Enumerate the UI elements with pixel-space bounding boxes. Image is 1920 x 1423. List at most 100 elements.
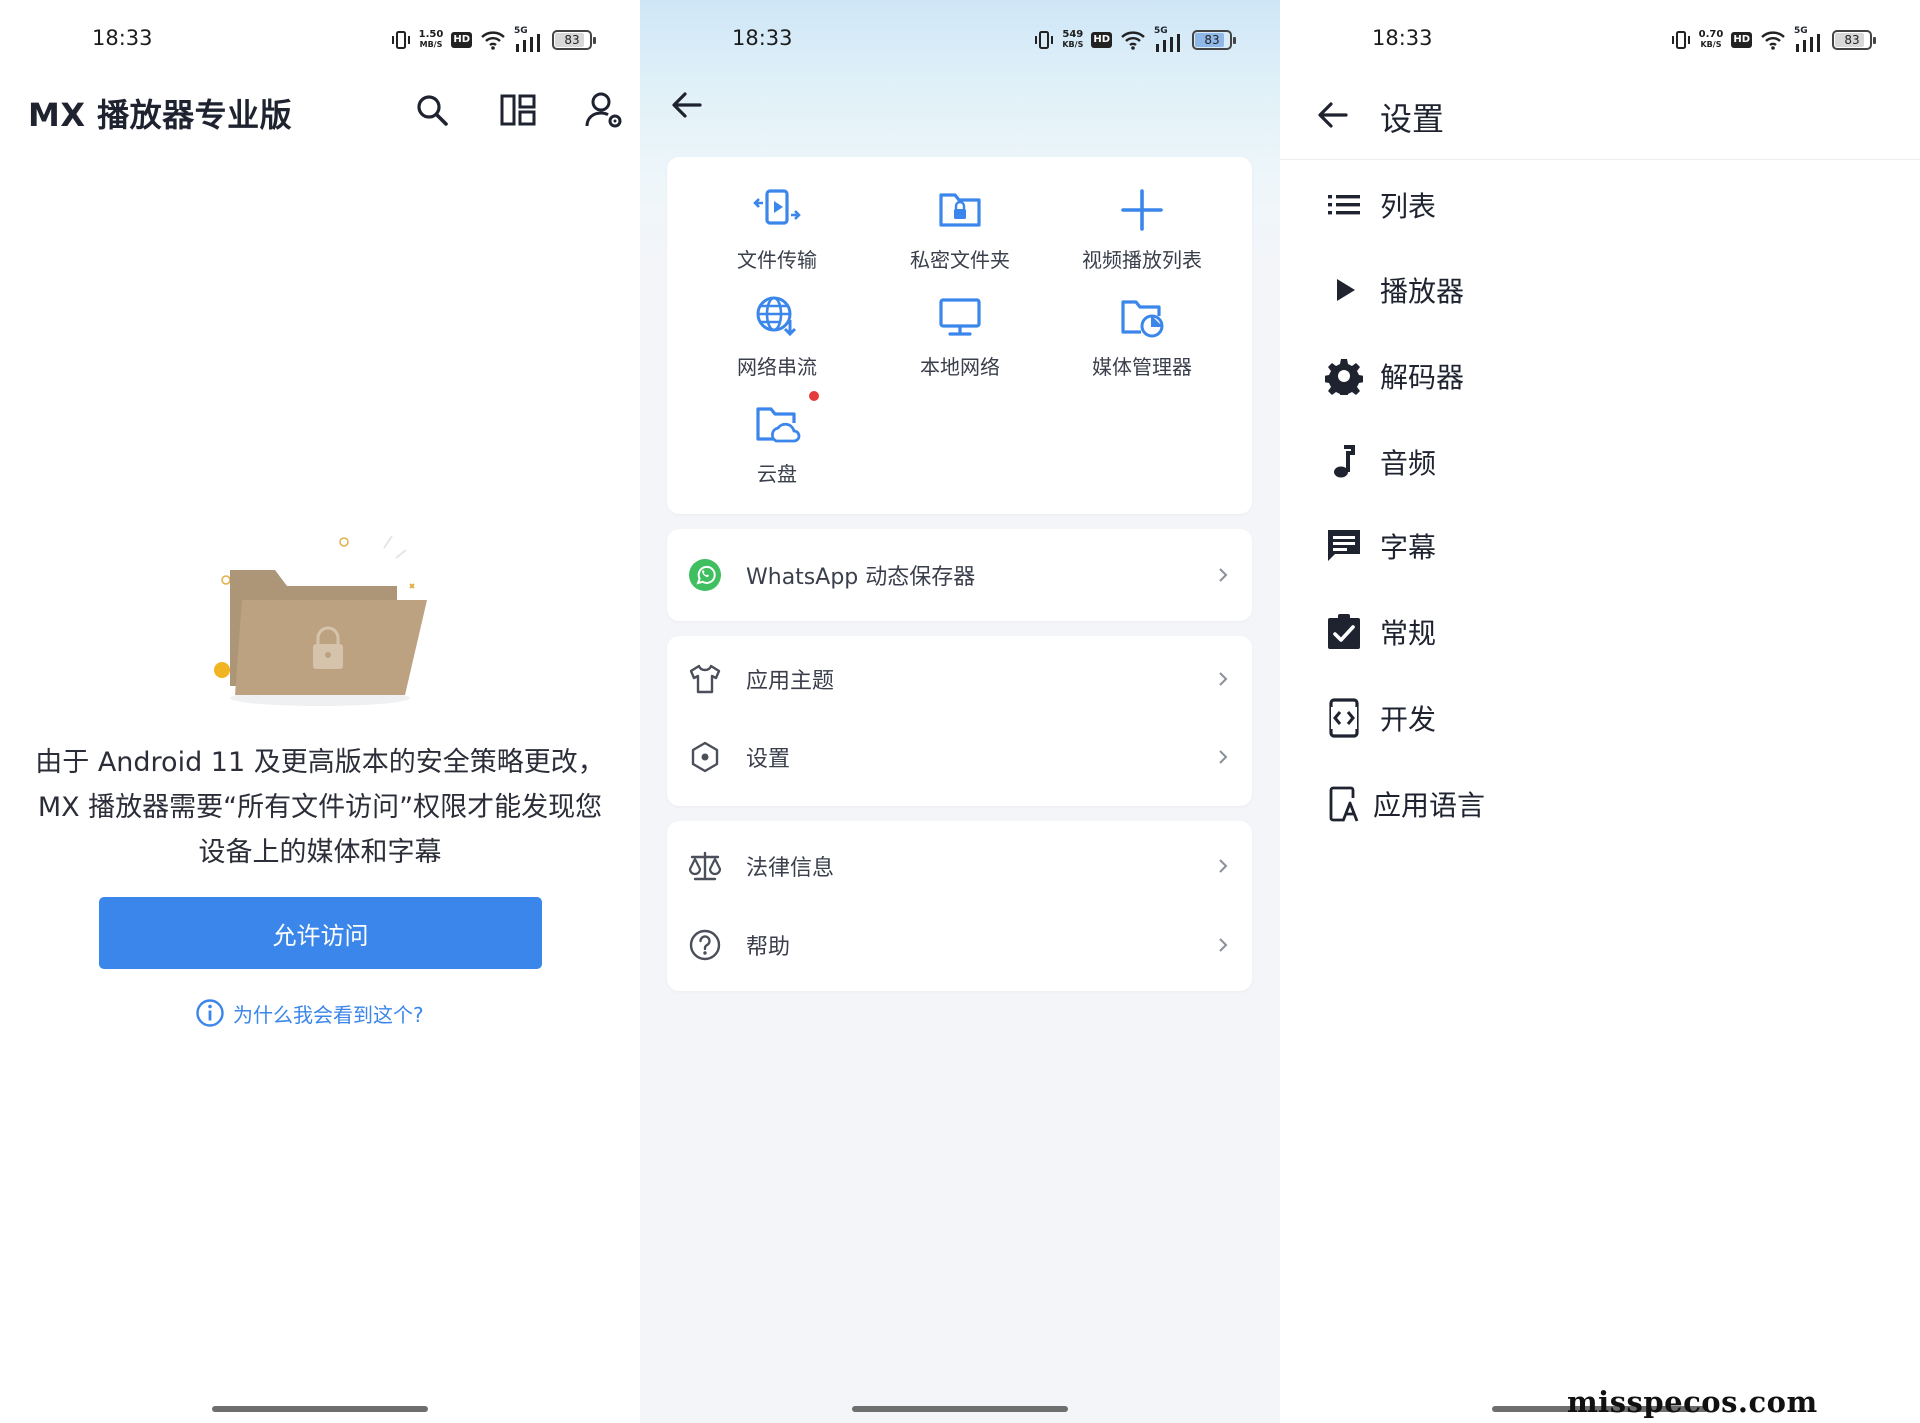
settings-item-subtitle[interactable]: 字幕 bbox=[1280, 511, 1920, 581]
back-button[interactable] bbox=[1310, 92, 1356, 138]
scales-icon bbox=[688, 851, 722, 881]
menu-item-app-theme[interactable]: 应用主题 bbox=[667, 640, 1252, 718]
menu-item-legal[interactable]: 法律信息 bbox=[667, 827, 1252, 905]
whatsapp-status-saver[interactable]: WhatsApp 动态保存器 bbox=[667, 536, 1252, 614]
layout-icon bbox=[500, 94, 536, 126]
panel-permission-screen: 18:33 1.50 MB/S HD 5G 83 MX 播放器专业版 由于 An… bbox=[0, 0, 640, 1423]
settings-item-decoder[interactable]: 解码器 bbox=[1280, 341, 1920, 411]
status-bar: 18:33 1.50 MB/S HD 5G 83 bbox=[0, 0, 640, 80]
battery-indicator: 83 bbox=[1192, 30, 1236, 50]
page-title: 设置 bbox=[1380, 100, 1445, 138]
chevron-right-icon bbox=[1219, 750, 1228, 764]
chevron-right-icon bbox=[1219, 568, 1228, 582]
app-language-icon bbox=[1329, 786, 1359, 822]
settings-item-app-language[interactable]: 应用语言 bbox=[1280, 769, 1920, 839]
signal-icon: 5G bbox=[1154, 26, 1184, 52]
account-settings-button[interactable] bbox=[582, 88, 626, 132]
signal-icon: 5G bbox=[514, 26, 544, 52]
help-icon bbox=[689, 929, 721, 961]
why-link-label: 为什么我会看到这个? bbox=[233, 1002, 424, 1027]
settings-item-list[interactable]: 列表 bbox=[1280, 170, 1920, 240]
battery-indicator: 83 bbox=[552, 30, 596, 50]
whatsapp-label: WhatsApp 动态保存器 bbox=[746, 565, 976, 590]
grid-item-private-folder[interactable]: 私密文件夹 bbox=[870, 157, 1050, 272]
settings-item-developer[interactable]: 开发 bbox=[1280, 683, 1920, 753]
permission-message: 由于 Android 11 及更高版本的安全策略更改，MX 播放器需要“所有文件… bbox=[35, 747, 605, 868]
locked-folder-illustration bbox=[214, 535, 427, 706]
search-icon bbox=[417, 95, 448, 126]
home-indicator bbox=[852, 1406, 1068, 1412]
grid-item-network-stream[interactable]: 网络串流 bbox=[687, 264, 867, 379]
grid-item-media-manager[interactable]: 媒体管理器 bbox=[1052, 264, 1232, 379]
account-settings-icon bbox=[585, 92, 622, 128]
status-time: 18:33 bbox=[1372, 26, 1433, 50]
vibrate-icon bbox=[1671, 31, 1690, 49]
chevron-right-icon bbox=[1219, 672, 1228, 686]
arrow-left-icon bbox=[672, 92, 702, 118]
list-icon bbox=[1328, 195, 1360, 215]
battery-indicator: 83 bbox=[1832, 30, 1876, 50]
gear-icon bbox=[1325, 359, 1363, 395]
why-link[interactable]: 为什么我会看到这个? bbox=[195, 996, 424, 1030]
play-icon bbox=[1337, 279, 1355, 301]
app-title: MX 播放器专业版 bbox=[28, 96, 293, 134]
back-button[interactable] bbox=[664, 82, 710, 128]
hd-badge: HD bbox=[1731, 32, 1752, 48]
info-card: 法律信息 帮助 bbox=[667, 821, 1252, 991]
add-playlist-icon bbox=[1121, 189, 1163, 231]
panel-navigation-drawer: 18:33 549 KB/S HD 5G 83 文件传输 私密文件夹 视频播放列表 bbox=[640, 0, 1280, 1423]
home-indicator bbox=[212, 1406, 428, 1412]
settings-item-player[interactable]: 播放器 bbox=[1280, 255, 1920, 325]
net-speed: 549 KB/S bbox=[1062, 29, 1084, 50]
settings-item-audio[interactable]: 音频 bbox=[1280, 427, 1920, 497]
appearance-card: 应用主题 设置 bbox=[667, 636, 1252, 806]
whatsapp-icon bbox=[689, 559, 721, 591]
menu-item-help[interactable]: 帮助 bbox=[667, 906, 1252, 984]
network-stream-icon bbox=[756, 296, 797, 337]
shirt-icon bbox=[689, 664, 721, 694]
watermark: misspecos.com bbox=[1567, 1385, 1818, 1419]
chevron-right-icon bbox=[1219, 938, 1228, 952]
allow-access-button[interactable]: 允许访问 bbox=[99, 897, 542, 969]
net-speed: 0.70 KB/S bbox=[1698, 29, 1724, 50]
menu-item-settings[interactable]: 设置 bbox=[667, 718, 1252, 796]
music-note-icon bbox=[1334, 445, 1355, 478]
status-bar: 18:33 549 KB/S HD 5G 83 bbox=[640, 0, 1280, 80]
private-folder-icon bbox=[939, 193, 981, 227]
local-network-icon bbox=[939, 298, 981, 336]
grid-item-video-playlist[interactable]: 视频播放列表 bbox=[1052, 157, 1232, 272]
grid-item-cloud-drive[interactable]: 云盘 bbox=[687, 371, 867, 486]
settings-hex-icon bbox=[691, 741, 719, 773]
notification-badge bbox=[809, 391, 819, 401]
wifi-icon bbox=[1121, 31, 1145, 50]
wifi-icon bbox=[1761, 31, 1785, 50]
developer-icon bbox=[1329, 698, 1359, 738]
subtitle-icon bbox=[1328, 530, 1360, 561]
signal-icon: 5G bbox=[1794, 26, 1824, 52]
media-manager-icon bbox=[1121, 300, 1164, 338]
vibrate-icon bbox=[391, 31, 410, 49]
arrow-left-icon bbox=[1318, 102, 1348, 128]
status-time: 18:33 bbox=[92, 26, 153, 50]
status-bar: 18:33 0.70 KB/S HD 5G 83 bbox=[1280, 0, 1920, 80]
file-transfer-icon bbox=[753, 189, 801, 225]
grid-item-local-network[interactable]: 本地网络 bbox=[870, 264, 1050, 379]
layout-button[interactable] bbox=[496, 88, 540, 132]
status-time: 18:33 bbox=[732, 26, 793, 50]
grid-item-file-transfer[interactable]: 文件传输 bbox=[687, 157, 867, 272]
vibrate-icon bbox=[1035, 31, 1054, 49]
panel-settings: 18:33 0.70 KB/S HD 5G 83 设置 列表 播放器 解码器 音… bbox=[1280, 0, 1920, 1423]
wifi-icon bbox=[481, 31, 505, 50]
info-icon bbox=[196, 999, 224, 1027]
clipboard-check-icon bbox=[1328, 614, 1360, 649]
settings-item-general[interactable]: 常规 bbox=[1280, 597, 1920, 667]
search-button[interactable] bbox=[410, 88, 454, 132]
whatsapp-card: WhatsApp 动态保存器 bbox=[667, 529, 1252, 621]
chevron-right-icon bbox=[1219, 859, 1228, 873]
hd-badge: HD bbox=[451, 32, 472, 48]
settings-header: 设置 bbox=[1280, 80, 1920, 160]
tools-grid-card: 文件传输 私密文件夹 视频播放列表 网络串流 本地网络 媒体管理器 云盘 bbox=[667, 157, 1252, 514]
hd-badge: HD bbox=[1091, 32, 1112, 48]
cloud-drive-icon bbox=[756, 407, 801, 443]
net-speed: 1.50 MB/S bbox=[418, 29, 444, 50]
